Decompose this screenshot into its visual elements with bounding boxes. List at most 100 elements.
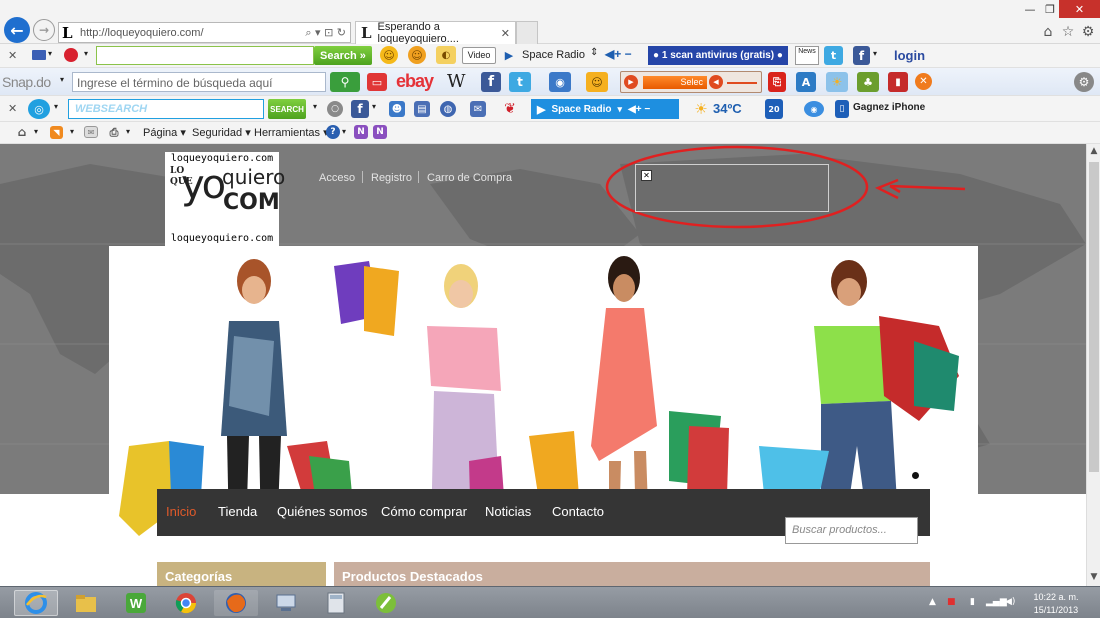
- link-acceso[interactable]: Acceso: [319, 172, 355, 184]
- news-icon[interactable]: News: [795, 46, 819, 65]
- onenote-icon[interactable]: N: [354, 125, 368, 139]
- facebook-icon[interactable]: f: [481, 72, 501, 92]
- link-carro-de-compra[interactable]: Carro de Compra: [427, 172, 512, 184]
- dropdown-icon[interactable]: ▾: [618, 104, 623, 115]
- dropdown-icon[interactable]: ▾: [126, 127, 130, 136]
- scroll-up-icon[interactable]: ▲: [1089, 146, 1099, 156]
- circle-icon[interactable]: ○: [327, 101, 343, 117]
- twitter-icon[interactable]: t: [824, 46, 843, 65]
- websearch-button[interactable]: SEARCH: [268, 99, 306, 119]
- mail-icon[interactable]: ✉: [84, 126, 98, 138]
- snapdo-search-input[interactable]: Ingrese el término de búsqueda aquí: [72, 72, 326, 92]
- volume-icon[interactable]: ◀: [709, 75, 723, 89]
- space-radio-label[interactable]: Space Radio: [522, 49, 585, 61]
- games-icon[interactable]: ♣: [857, 72, 879, 92]
- nav-contacto[interactable]: Contacto: [552, 504, 604, 519]
- websearch-input[interactable]: WEBSEARCH: [68, 99, 264, 119]
- forward-button[interactable]: →: [33, 19, 55, 41]
- site-logo[interactable]: loqueyoquiero.com LO QUE yo quiero COM l…: [165, 152, 285, 246]
- volume-icon[interactable]: ◀+ −: [605, 47, 632, 61]
- minimize-icon[interactable]: —: [1019, 0, 1041, 18]
- temperature-label[interactable]: 34ºC: [713, 101, 742, 116]
- home-icon[interactable]: ⌂: [1039, 24, 1057, 42]
- onenote-icon[interactable]: N: [373, 125, 387, 139]
- video-button[interactable]: Video: [462, 47, 496, 64]
- bird-icon[interactable]: ❦: [500, 100, 520, 118]
- favorites-star-icon[interactable]: ☆: [1059, 24, 1077, 42]
- tray-antivirus-icon[interactable]: ■: [947, 597, 956, 607]
- taskbar-firefox-icon[interactable]: [214, 590, 258, 616]
- tray-volume-icon[interactable]: ◀): [1005, 597, 1015, 607]
- new-tab-button[interactable]: [516, 21, 538, 44]
- translate-icon[interactable]: A: [796, 72, 816, 92]
- player-select[interactable]: Selec: [643, 76, 707, 89]
- vertical-scrollbar[interactable]: ▲ ▼: [1086, 144, 1100, 586]
- station-select-icon[interactable]: ⇕: [590, 47, 598, 58]
- antivirus-button[interactable]: ● 1 scan antivirus (gratis) ●: [648, 46, 788, 65]
- search-icon[interactable]: ⚲: [330, 72, 360, 92]
- smiley-icon[interactable]: ☺: [408, 46, 426, 64]
- media-player-widget[interactable]: ▶ Selec ◀: [620, 71, 762, 93]
- dropdown-icon[interactable]: ▾: [60, 75, 64, 84]
- dropdown-icon[interactable]: ▾: [342, 127, 346, 136]
- book-icon[interactable]: ▮: [888, 72, 908, 92]
- menu-seguridad[interactable]: Seguridad ▾: [192, 126, 251, 139]
- play-icon[interactable]: ▶: [503, 48, 515, 62]
- dropdown-icon[interactable]: ▾: [873, 49, 877, 58]
- phone-icon[interactable]: ▯: [835, 100, 849, 118]
- rss-icon[interactable]: ◥: [50, 126, 63, 139]
- play-icon[interactable]: ▶: [537, 103, 545, 116]
- back-button[interactable]: ←: [4, 17, 30, 43]
- volume-slider[interactable]: [727, 82, 757, 84]
- dropdown-icon[interactable]: ▾: [84, 49, 88, 58]
- slider-dot[interactable]: [912, 472, 919, 479]
- print-icon[interactable]: ⎙: [107, 126, 121, 139]
- close-circle-icon[interactable]: ✕: [915, 73, 932, 90]
- message-icon[interactable]: ✉: [470, 101, 486, 117]
- people-icon[interactable]: ☻: [389, 101, 405, 117]
- home-icon[interactable]: ⌂: [15, 125, 29, 139]
- tray-expand-icon[interactable]: ▲: [929, 597, 936, 607]
- dropdown-icon[interactable]: ▾: [372, 102, 376, 111]
- camera-icon[interactable]: ◉: [549, 72, 571, 92]
- dropdown-icon[interactable]: ▾: [34, 127, 38, 136]
- close-toolbar-icon[interactable]: ✕: [8, 102, 17, 115]
- tray-signal-icon[interactable]: ▂▄▆: [986, 597, 1007, 607]
- settings-gear-icon[interactable]: ⚙: [1074, 72, 1094, 92]
- taskbar-app-icon[interactable]: [364, 590, 408, 616]
- weather-icon[interactable]: ☀: [826, 72, 848, 92]
- pdf-icon[interactable]: ⎘: [768, 72, 786, 92]
- clock-time[interactable]: 10:22 a. m.: [1024, 592, 1088, 602]
- nav-inicio[interactable]: Inicio: [166, 504, 196, 519]
- address-url[interactable]: http://loqueyoquiero.com/: [80, 27, 305, 39]
- scroll-down-icon[interactable]: ▼: [1089, 572, 1099, 582]
- help-icon[interactable]: ?: [326, 125, 340, 139]
- search-button[interactable]: Search »: [314, 46, 372, 65]
- settings-gear-icon[interactable]: ⚙: [1079, 24, 1097, 42]
- wikipedia-icon[interactable]: W: [447, 71, 466, 92]
- play-icon[interactable]: ▶: [624, 75, 638, 89]
- twitter-icon[interactable]: t: [509, 72, 531, 92]
- clock-date[interactable]: 15/11/2013: [1024, 605, 1088, 615]
- emoticon-icon[interactable]: ◐: [436, 46, 456, 64]
- flag-us-icon[interactable]: [32, 50, 46, 60]
- volume-icon[interactable]: ◀+ −: [628, 104, 650, 115]
- link-registro[interactable]: Registro: [371, 172, 412, 184]
- dropdown-icon[interactable]: ▾: [70, 127, 74, 136]
- smiley-icon[interactable]: ☺: [380, 46, 398, 64]
- ebay-icon[interactable]: ebay: [396, 71, 434, 92]
- taskbar-network-icon[interactable]: [264, 590, 308, 616]
- tab-close-icon[interactable]: ✕: [501, 27, 510, 40]
- chat-icon[interactable]: [64, 48, 78, 62]
- emoticon-icon[interactable]: ☺: [586, 72, 608, 92]
- dropdown-icon[interactable]: ▾: [48, 49, 52, 58]
- nav-noticias[interactable]: Noticias: [485, 504, 531, 519]
- taskbar-explorer-icon[interactable]: [64, 590, 108, 616]
- scroll-thumb[interactable]: [1089, 162, 1099, 472]
- dropdown-icon[interactable]: ▾: [313, 102, 317, 111]
- address-bar[interactable]: L http://loqueyoquiero.com/ ⌕ ▾ ⊡ ↻: [58, 22, 351, 43]
- login-link[interactable]: login: [894, 48, 925, 63]
- tv-icon[interactable]: ▭: [367, 73, 387, 91]
- taskbar-calculator-icon[interactable]: [314, 590, 358, 616]
- snapdo-logo[interactable]: Snap.do: [2, 74, 51, 90]
